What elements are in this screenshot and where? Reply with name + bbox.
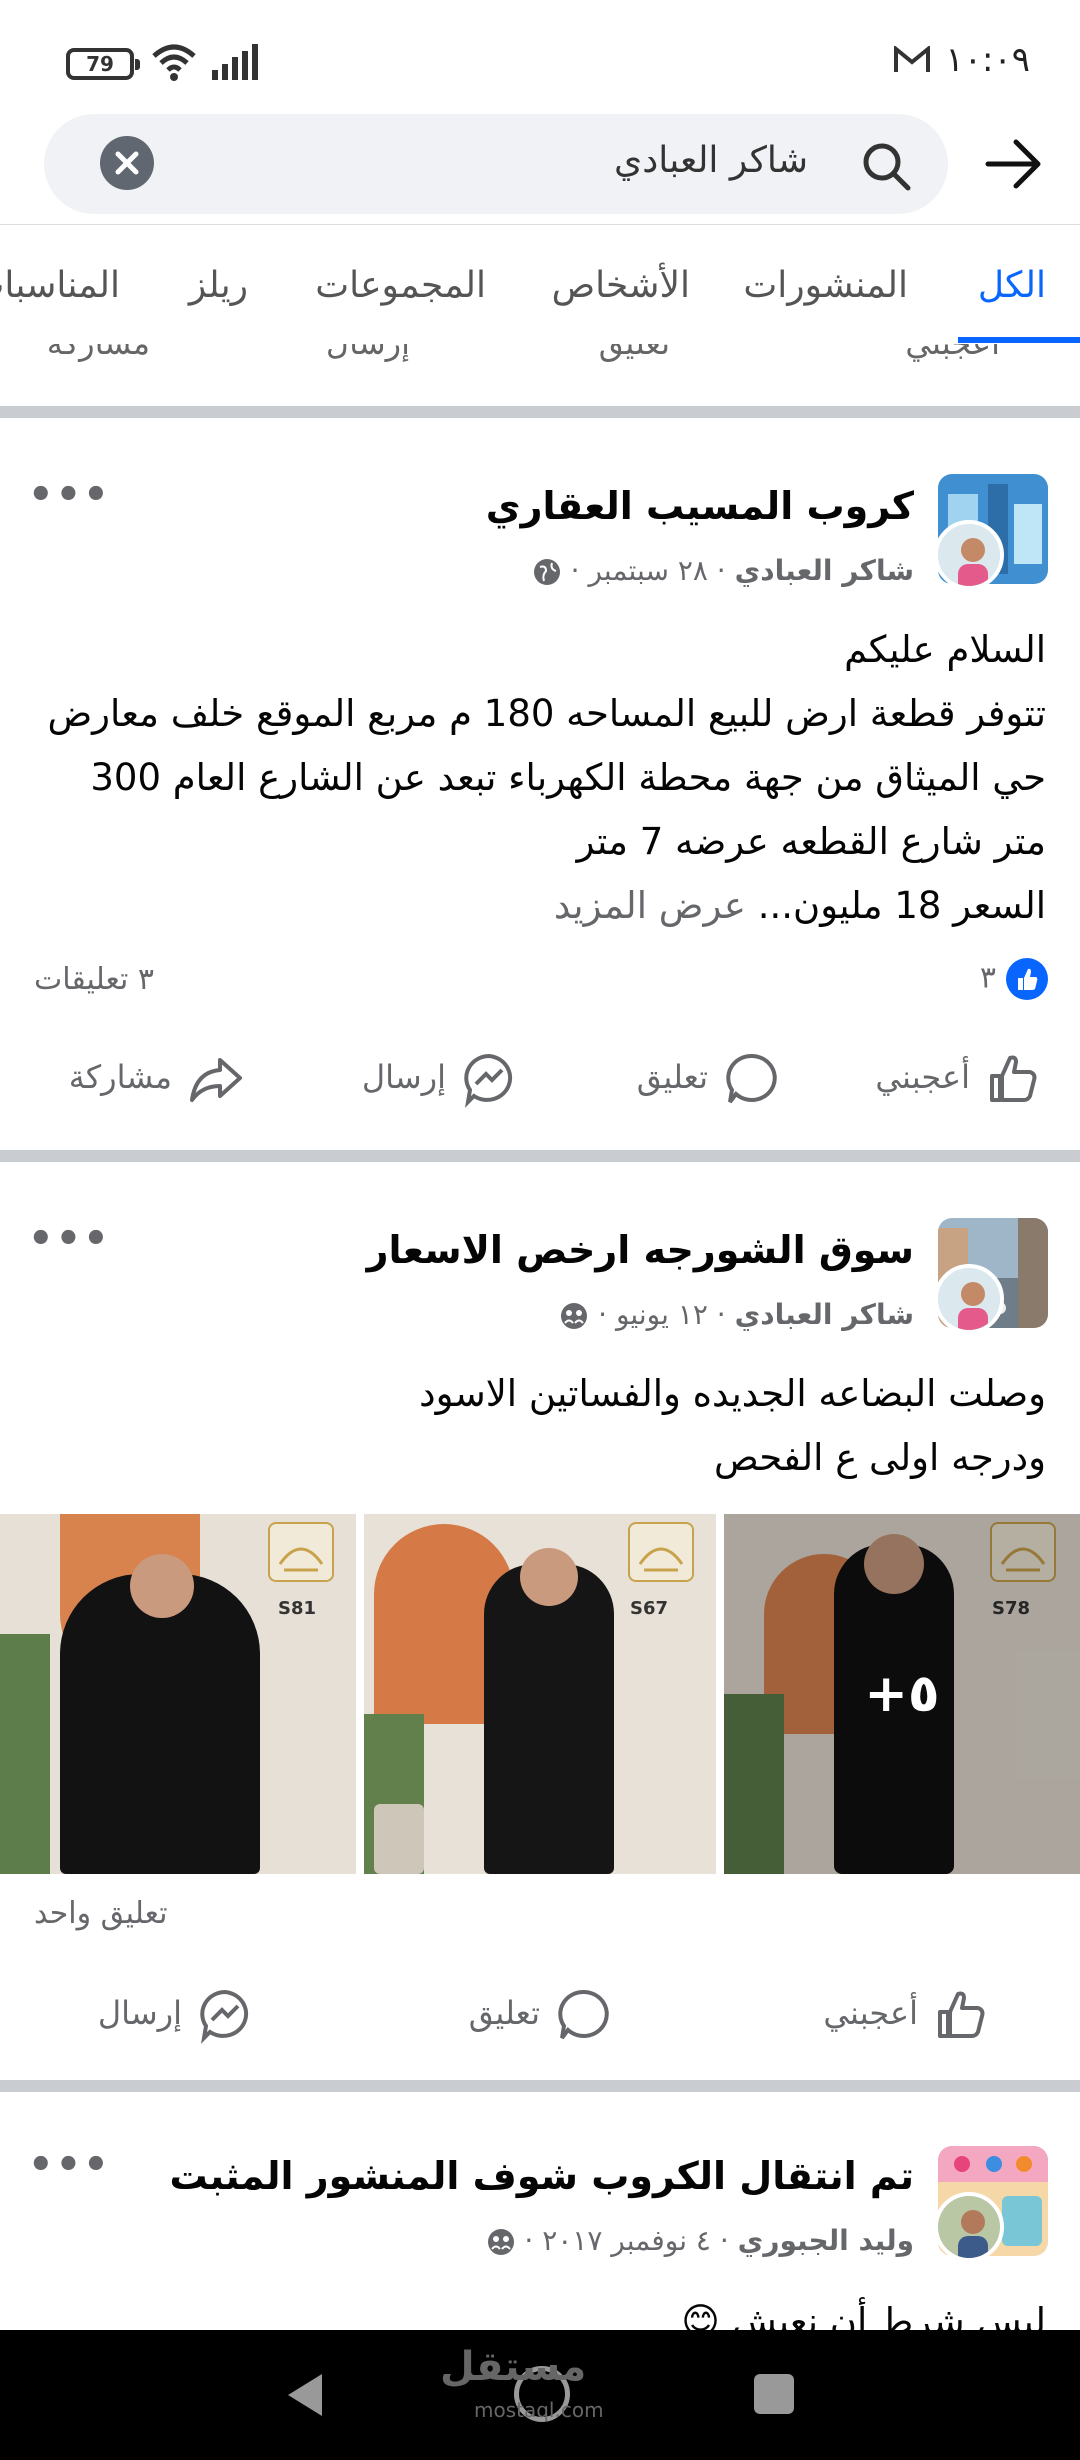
post-image[interactable]: S78 +٥: [724, 1514, 1080, 1874]
messenger-icon: [464, 1053, 513, 1108]
author-name[interactable]: شاكر العبادي: [735, 554, 914, 587]
post-card: كروب المسيب العقاري شاكر العبادي · ٢٨ سب…: [0, 418, 1080, 1148]
wifi-icon: [152, 44, 196, 81]
post-divider: [0, 406, 1080, 418]
tab-reels[interactable]: ريلز: [189, 265, 248, 306]
user-avatar: [934, 2192, 1004, 2262]
previous-post-actions: أعجبني تعليق إرسال مشاركة: [0, 344, 1080, 374]
post-body: السلام عليكم تتوفر قطعة ارض للبيع المساح…: [47, 628, 1046, 927]
tab-all[interactable]: الكل: [978, 265, 1046, 306]
share-button[interactable]: مشاركة: [47, 344, 150, 362]
comment-icon: [558, 1989, 609, 2040]
mail-icon: [894, 46, 930, 72]
brand-logo: [268, 1522, 334, 1582]
author-name[interactable]: شاكر العبادي: [735, 1298, 914, 1331]
search-query-text: شاكر العبادي: [614, 140, 808, 181]
post-image[interactable]: S67: [364, 1514, 716, 1874]
group-name[interactable]: تم انتقال الكروب شوف المنشور المثبت: [170, 2154, 914, 2198]
group-name[interactable]: سوق الشورجه ارخص الاسعار: [367, 1228, 914, 1272]
post-divider: [0, 2080, 1080, 2092]
group-avatar[interactable]: [934, 474, 1048, 590]
post-images: S78 +٥ S67 S81: [0, 1514, 1080, 1874]
messenger-icon: [200, 1989, 249, 2044]
like-button[interactable]: أعجبني: [875, 1050, 1042, 1108]
product-code: S67: [630, 1598, 669, 1619]
watermark-url: mostaql.com: [474, 2398, 604, 2422]
like-icon: [938, 1991, 985, 2038]
globe-icon: [533, 559, 560, 585]
brand-logo: [628, 1522, 694, 1582]
send-button[interactable]: إرسال: [362, 1050, 518, 1108]
nav-back-icon[interactable]: [282, 2370, 328, 2420]
share-button[interactable]: مشاركة: [69, 1050, 244, 1108]
battery-icon: 79: [66, 48, 140, 80]
tab-groups[interactable]: المجموعات: [315, 265, 486, 306]
group-avatar[interactable]: [934, 1218, 1048, 1334]
comment-count[interactable]: تعليق واحد: [34, 1896, 167, 1931]
tab-people[interactable]: الأشخاص: [552, 265, 690, 306]
more-images-overlay[interactable]: +٥: [724, 1514, 1080, 1874]
active-tab-indicator: [958, 337, 1080, 343]
filter-tabs: الكل المنشورات الأشخاص المجموعات ريلز ال…: [0, 224, 1080, 344]
post-meta: شاكر العبادي · ١٢ يونيو ·: [559, 1298, 914, 1331]
comment-icon: [726, 1053, 777, 1104]
like-icon: [990, 1055, 1037, 1102]
post-date: ٤ نوفمبر ٢٠١٧: [542, 2224, 711, 2257]
status-time: ١٠:٠٩: [945, 40, 1030, 80]
close-icon: [115, 151, 139, 175]
more-options-button[interactable]: •••: [28, 2142, 111, 2188]
more-options-button[interactable]: •••: [28, 472, 111, 518]
author-name[interactable]: وليد الجبوري: [738, 2224, 914, 2257]
search-icon: [863, 143, 911, 191]
share-icon: [190, 1058, 242, 1102]
user-avatar: [934, 1264, 1004, 1334]
user-avatar: [934, 520, 1004, 590]
like-reaction-icon: [1006, 958, 1048, 1000]
send-button[interactable]: إرسال: [326, 344, 410, 362]
post-body: وصلت البضاعه الجديده والفساتين الاسود ود…: [419, 1372, 1046, 1479]
comment-button[interactable]: تعليق: [469, 1986, 612, 2044]
comment-button[interactable]: تعليق: [637, 1050, 780, 1108]
group-icon: [561, 1303, 588, 1329]
reaction-summary[interactable]: ٣: [980, 958, 1048, 1000]
comment-count[interactable]: ٣ تعليقات: [34, 962, 154, 997]
see-more-link[interactable]: عرض المزيد: [554, 884, 746, 927]
group-icon: [487, 2229, 514, 2255]
comment-button[interactable]: تعليق: [599, 344, 670, 362]
post-meta: شاكر العبادي · ٢٨ سبتمبر ·: [532, 554, 914, 587]
post-date: ٢٨ سبتمبر: [588, 554, 708, 587]
send-button[interactable]: إرسال: [98, 1986, 254, 2044]
group-name[interactable]: كروب المسيب العقاري: [486, 484, 914, 528]
clear-search-button[interactable]: [100, 136, 154, 190]
like-button[interactable]: أعجبني: [905, 344, 1000, 362]
system-nav-bar: مستقل mostaql.com: [0, 2330, 1080, 2460]
post-date: ١٢ يونيو: [615, 1298, 708, 1331]
watermark-logo: مستقل: [440, 2344, 587, 2390]
status-bar: 79 ١٠:٠٩: [0, 0, 1080, 110]
search-input[interactable]: شاكر العبادي: [44, 114, 948, 214]
back-arrow-icon[interactable]: [984, 136, 1044, 192]
product-code: S81: [278, 1598, 317, 1619]
signal-icon: [212, 44, 258, 80]
post-divider: [0, 1150, 1080, 1162]
post-body: ليس شرط أن نعيش 😊: [681, 2300, 1046, 2330]
nav-recents-button[interactable]: [754, 2374, 794, 2414]
post-card: سوق الشورجه ارخص الاسعار شاكر العبادي · …: [0, 1162, 1080, 2082]
tab-events[interactable]: المناسبات: [0, 265, 120, 306]
group-avatar[interactable]: [934, 2146, 1048, 2262]
more-options-button[interactable]: •••: [28, 1216, 111, 1262]
post-image[interactable]: S81: [0, 1514, 356, 1874]
like-count: ٣: [979, 960, 996, 996]
post-meta: وليد الجبوري · ٤ نوفمبر ٢٠١٧ ·: [486, 2224, 914, 2257]
tab-posts[interactable]: المنشورات: [743, 265, 908, 306]
post-card: تم انتقال الكروب شوف المنشور المثبت وليد…: [0, 2092, 1080, 2330]
like-button[interactable]: أعجبني: [823, 1986, 990, 2044]
